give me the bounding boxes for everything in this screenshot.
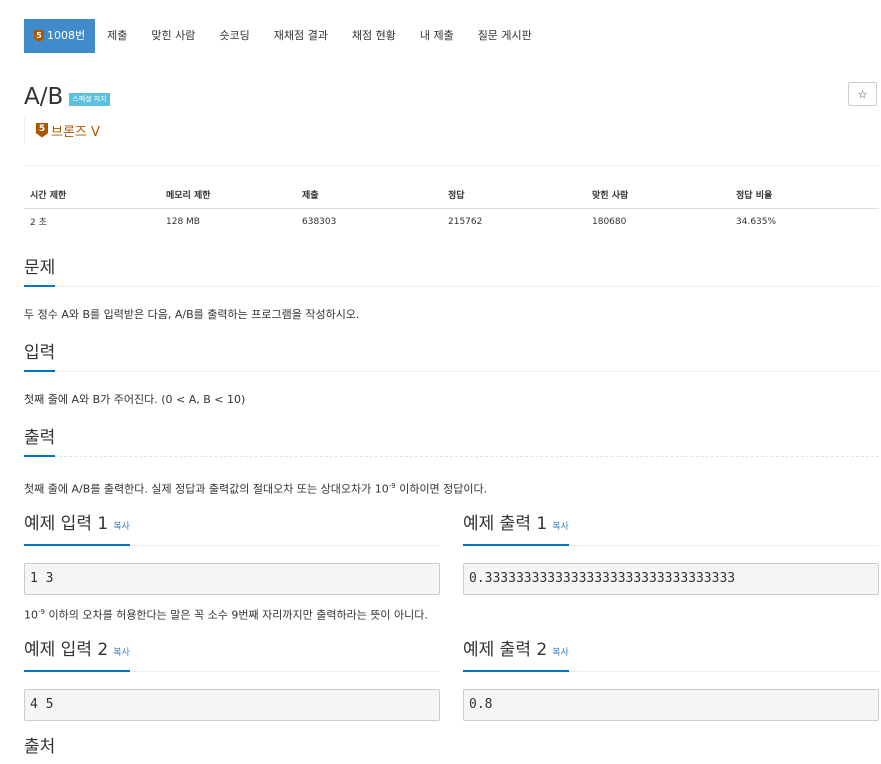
table-row: 2 초 128 MB 638303 215762 180680 34.635% xyxy=(24,209,879,235)
tab-short-coding[interactable]: 숏코딩 xyxy=(207,19,261,53)
sample-title: 예제 출력 2 복사 xyxy=(463,639,569,672)
section-description-header: 문제 xyxy=(24,257,879,287)
sample-explanation: 10-9 이하의 오차를 허용한다는 말은 꼭 소수 9번째 자리까지만 출력하… xyxy=(24,604,428,624)
sample-title: 예제 출력 1 복사 xyxy=(463,513,569,546)
section-source-header: 출처 xyxy=(24,736,879,763)
section-title: 입력 xyxy=(24,342,56,372)
output-description: 첫째 줄에 A/B를 출력한다. 실제 정답과 출력값의 절대오차 또는 상대오… xyxy=(24,478,487,498)
problem-description: 두 정수 A와 B를 입력받은 다음, A/B를 출력하는 프로그램을 작성하시… xyxy=(24,308,360,321)
tab-status[interactable]: 채점 현황 xyxy=(340,19,408,53)
accept-ratio-value: 34.635% xyxy=(736,216,777,227)
sample-output-1-title: 예제 출력 1 xyxy=(463,514,548,534)
special-judge-badge: 스페셜 저지 xyxy=(69,93,110,106)
output-text: 첫째 줄에 A/B를 출력한다. 실제 정답과 출력값의 절대오차 또는 상대오… xyxy=(24,482,389,496)
copy-button[interactable]: 복사 xyxy=(113,522,130,532)
input-description: 첫째 줄에 A와 B가 주어진다. (0 < A, B < 10) xyxy=(24,393,246,406)
problem-nav-tabs: 5 1008번 제출 맞힌 사람 숏코딩 재채점 결과 채점 현황 내 제출 질… xyxy=(24,19,544,53)
header-time-limit: 시간 제한 xyxy=(24,182,160,209)
tab-problem[interactable]: 5 1008번 xyxy=(24,19,96,53)
divider xyxy=(24,165,879,166)
copy-button[interactable]: 복사 xyxy=(552,522,569,532)
sample-input-2-title: 예제 입력 2 xyxy=(24,640,109,660)
sample-title: 예제 입력 1 복사 xyxy=(24,513,130,546)
sample-input-1-header: 예제 입력 1 복사 xyxy=(24,513,440,546)
tab-submit[interactable]: 제출 xyxy=(95,19,139,53)
header-accepted: 정답 xyxy=(442,182,586,209)
bronze-tier-icon: 5 xyxy=(36,122,48,138)
header-accept-ratio: 정답 비율 xyxy=(730,182,879,209)
problem-tier: 5 브론즈 V xyxy=(24,117,100,143)
problem-title: A/B xyxy=(24,84,64,110)
header-submissions: 제출 xyxy=(296,182,442,209)
sample-output-2[interactable]: 0.8 xyxy=(463,689,879,721)
note-exponent: -9 xyxy=(38,608,45,616)
note-text-end: 이하의 오차를 허용한다는 말은 꼭 소수 9번째 자리까지만 출력하라는 뜻이… xyxy=(44,608,428,622)
header-memory-limit: 메모리 제한 xyxy=(160,182,296,209)
tab-problem-label: 1008번 xyxy=(47,29,86,42)
tab-my-submissions[interactable]: 내 제출 xyxy=(408,19,466,53)
accepted-value: 215762 xyxy=(448,216,483,227)
memory-limit-value: 128 MB xyxy=(166,216,200,227)
note-text: 10 xyxy=(24,608,38,622)
section-input-header: 입력 xyxy=(24,342,879,372)
sample-output-1[interactable]: 0.33333333333333333333333333333333 xyxy=(463,563,879,595)
output-exponent: -9 xyxy=(388,482,396,490)
copy-button[interactable]: 복사 xyxy=(552,648,569,658)
problem-info-table: 시간 제한 메모리 제한 제출 정답 맞힌 사람 정답 비율 2 초 128 M… xyxy=(24,182,879,234)
tab-question-board[interactable]: 질문 게시판 xyxy=(466,19,544,53)
sample-title: 예제 입력 2 복사 xyxy=(24,639,130,672)
header-solved-users: 맞힌 사람 xyxy=(586,182,730,209)
section-title: 출처 xyxy=(24,737,56,757)
sample-input-1-title: 예제 입력 1 xyxy=(24,514,109,534)
sample-output-2-header: 예제 출력 2 복사 xyxy=(463,639,879,672)
sample-input-1[interactable]: 1 3 xyxy=(24,563,440,595)
tab-solved-users[interactable]: 맞힌 사람 xyxy=(139,19,207,53)
bronze-tier-icon: 5 xyxy=(34,30,44,42)
solved-users-value: 180680 xyxy=(592,216,627,227)
problem-title-row: A/B 스페셜 저지 xyxy=(24,83,110,111)
time-limit-value: 2 초 xyxy=(30,218,47,228)
sample-input-2[interactable]: 4 5 xyxy=(24,689,440,721)
sample-input-2-header: 예제 입력 2 복사 xyxy=(24,639,440,672)
submissions-value: 638303 xyxy=(302,216,337,227)
sample-output-2-title: 예제 출력 2 xyxy=(463,640,548,660)
copy-button[interactable]: 복사 xyxy=(113,648,130,658)
sample-output-1-header: 예제 출력 1 복사 xyxy=(463,513,879,546)
tab-rejudge-results[interactable]: 재채점 결과 xyxy=(262,19,340,53)
section-output-header: 출력 xyxy=(24,427,879,457)
favorite-star-button[interactable]: ☆ xyxy=(848,82,877,106)
section-title: 출력 xyxy=(24,427,56,457)
tier-label[interactable]: 브론즈 V xyxy=(51,121,100,140)
section-title: 문제 xyxy=(24,257,56,287)
output-text-end: 이하이면 정답이다. xyxy=(395,482,488,496)
star-icon: ☆ xyxy=(857,88,868,101)
